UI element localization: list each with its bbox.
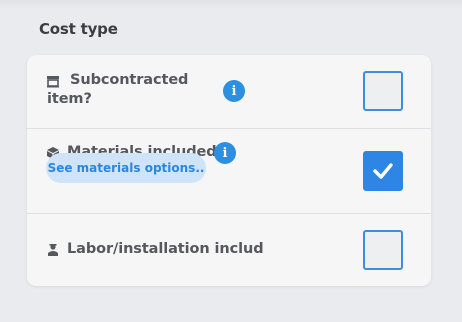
info-icon[interactable]: i	[214, 142, 236, 164]
row-labor: Labor/installation includ	[27, 213, 431, 286]
row-materials: Materials included? i See materials opti…	[27, 128, 431, 213]
checkmark-icon	[373, 163, 393, 179]
materials-checkbox[interactable]	[363, 151, 403, 191]
subcontracted-checkbox[interactable]	[363, 71, 403, 111]
subcontracted-label-line1: Subcontracted	[70, 72, 189, 88]
labor-label: Labor/installation includ	[67, 241, 264, 257]
cost-type-card: Subcontracted item? i Materials included…	[27, 55, 431, 286]
subcontracted-label-line2: item?	[47, 91, 92, 107]
row-subcontracted: Subcontracted item? i	[27, 55, 431, 128]
labor-checkbox[interactable]	[363, 230, 403, 270]
see-materials-button[interactable]: See materials options..	[46, 153, 206, 183]
store-icon	[46, 73, 60, 88]
worker-icon	[46, 242, 60, 256]
section-title: Cost type	[39, 20, 118, 38]
info-icon[interactable]: i	[223, 80, 245, 102]
top-shadow	[0, 0, 462, 8]
